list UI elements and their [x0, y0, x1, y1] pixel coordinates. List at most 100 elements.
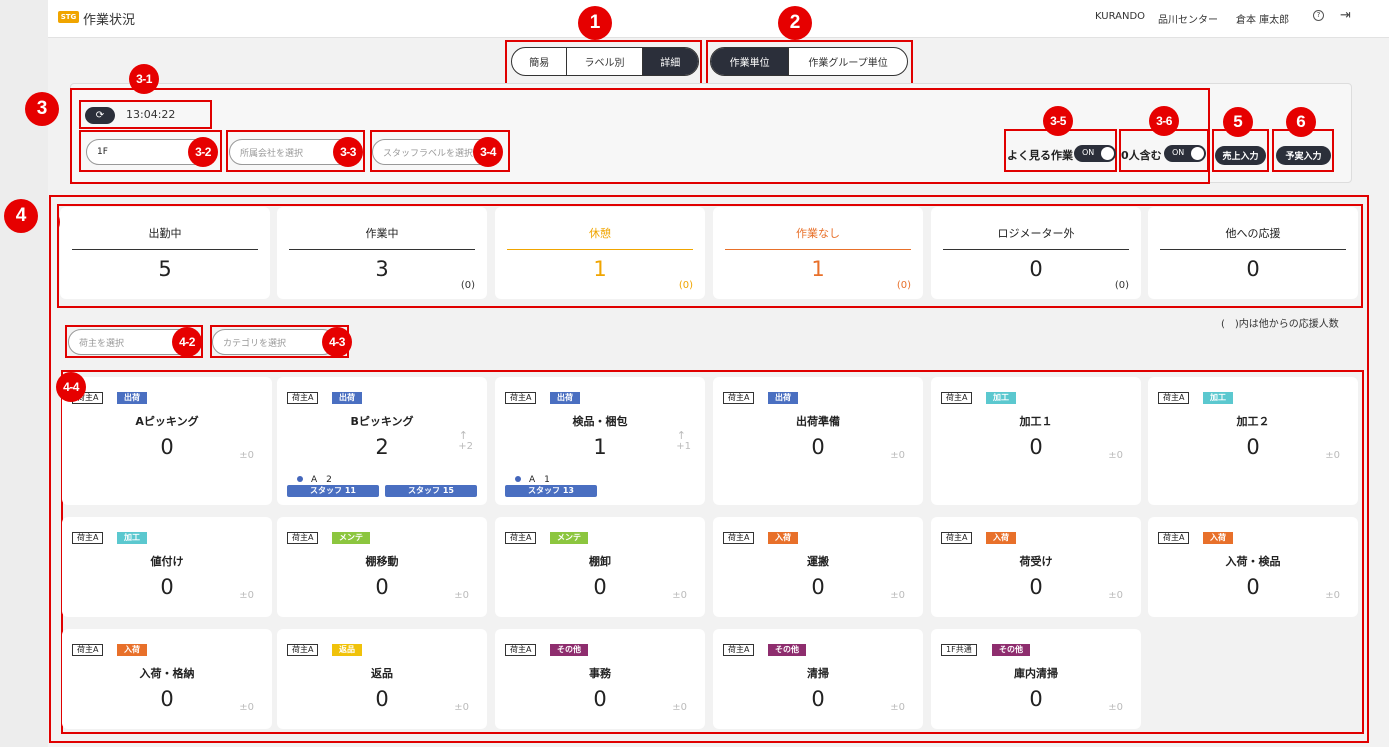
owner-legend: A 1	[515, 472, 550, 485]
view-mode-toggle[interactable]: 簡易 ラベル別 詳細	[511, 47, 699, 76]
work-name: 清掃	[807, 667, 829, 680]
summary-label: 他への応援	[1225, 227, 1281, 240]
staff-chip[interactable]: スタッフ 13	[505, 485, 597, 497]
work-diff: ±0	[1108, 590, 1123, 601]
annotation-badge-2: 2	[778, 6, 812, 40]
favorite-works-label: よく見る作業	[1007, 149, 1073, 162]
work-diff: ±0	[239, 702, 254, 713]
staff-chip[interactable]: スタッフ 15	[385, 485, 477, 497]
work-card[interactable]: 荷主A 入荷 入荷・格納 0 ±0	[62, 629, 272, 729]
category-tag: 入荷	[768, 532, 798, 544]
category-tag: 出荷	[332, 392, 362, 404]
unit-mode-work[interactable]: 作業単位	[711, 48, 789, 75]
user-name[interactable]: 倉本 庫太郎	[1236, 11, 1289, 26]
work-card[interactable]: 荷主A 加工 加工２ 0 ±0	[1148, 377, 1358, 505]
summary-card-working: 作業中 3 (0)	[277, 207, 487, 299]
update-time: 13:04:22	[126, 108, 176, 121]
work-card[interactable]: 荷主A 出荷 検品・梱包 1 ↑ +1 A 1 スタッフ 13	[495, 377, 705, 505]
category-tag: 加工	[1203, 392, 1233, 404]
include-zero-label: 0人含む	[1121, 149, 1162, 162]
sales-input-button[interactable]: 売上入力	[1215, 146, 1266, 165]
summary-value: 0	[1246, 257, 1260, 281]
unit-mode-toggle[interactable]: 作業単位 作業グループ単位	[710, 47, 908, 76]
work-name: 入荷・検品	[1225, 555, 1281, 568]
favorite-works-toggle[interactable]: ON	[1074, 145, 1116, 162]
category-tag: 入荷	[117, 644, 147, 656]
work-diff: ±0	[239, 590, 254, 601]
work-diff: ±0	[890, 450, 905, 461]
work-card[interactable]: 荷主A その他 清掃 0 ±0	[713, 629, 923, 729]
summary-value: 1	[811, 257, 825, 281]
summary-value: 3	[375, 257, 389, 281]
summary-label: ロジメーター外	[997, 227, 1075, 240]
logout-icon[interactable]: ⇥	[1340, 8, 1351, 23]
work-name: 値付け	[150, 555, 184, 568]
work-card[interactable]: 荷主A 出荷 出荷準備 0 ±0	[713, 377, 923, 505]
help-icon[interactable]: ?	[1313, 10, 1324, 21]
plan-actual-input-button[interactable]: 予実入力	[1276, 146, 1331, 165]
view-mode-by-label[interactable]: ラベル別	[566, 48, 641, 75]
work-diff: ±0	[890, 590, 905, 601]
category-tag: その他	[550, 644, 588, 656]
owner-tag: 荷主A	[723, 644, 755, 656]
work-name: Aピッキング	[135, 415, 199, 428]
annotation-badge-4: 4	[4, 199, 38, 233]
summary-value: 5	[158, 257, 172, 281]
summary-card-outside-logimeter: ロジメーター外 0 (0)	[931, 207, 1141, 299]
category-tag: 加工	[117, 532, 147, 544]
view-mode-simple[interactable]: 簡易	[512, 48, 566, 75]
work-diff: ±0	[454, 590, 469, 601]
support-note: ( )内は他からの応援人数	[1221, 319, 1339, 330]
staff-chip[interactable]: スタッフ 11	[287, 485, 379, 497]
work-diff: ±0	[672, 590, 687, 601]
owner-tag: 荷主A	[1158, 532, 1190, 544]
work-card[interactable]: 荷主A 返品 返品 0 ±0	[277, 629, 487, 729]
work-card[interactable]: 荷主A 出荷 Aピッキング 0 ±0	[62, 377, 272, 505]
legend-text: A 1	[529, 475, 550, 485]
work-card[interactable]: 荷主A メンテ 棚移動 0 ±0	[277, 517, 487, 617]
owner-tag: 荷主A	[1158, 392, 1190, 404]
refresh-icon[interactable]: ⟳	[85, 107, 115, 124]
work-diff: ±0	[1108, 702, 1123, 713]
category-select[interactable]: カテゴリを選択	[212, 329, 336, 355]
category-tag: 返品	[332, 644, 362, 656]
work-diff: ±0	[1108, 450, 1123, 461]
owner-tag: 荷主A	[723, 392, 755, 404]
summary-card-break: 休憩 1 (0)	[495, 207, 705, 299]
work-card[interactable]: 荷主A 入荷 荷受け 0 ±0	[931, 517, 1141, 617]
annotation-badge-5: 5	[1223, 107, 1253, 137]
category-tag: その他	[992, 644, 1030, 656]
work-name: 棚移動	[365, 555, 399, 568]
owner-tag: 荷主A	[723, 532, 755, 544]
summary-value: 0	[1029, 257, 1043, 281]
category-tag: 入荷	[1203, 532, 1233, 544]
work-card[interactable]: 荷主A その他 事務 0 ±0	[495, 629, 705, 729]
category-tag: 出荷	[768, 392, 798, 404]
summary-label: 作業なし	[796, 227, 840, 240]
work-name: 荷受け	[1019, 555, 1053, 568]
owner-tag: 荷主A	[941, 392, 973, 404]
work-name: 庫内清掃	[1014, 667, 1058, 680]
toggle-knob	[1101, 147, 1114, 160]
work-card[interactable]: 荷主A 入荷 入荷・検品 0 ±0	[1148, 517, 1358, 617]
work-name: 返品	[371, 667, 393, 680]
summary-sub: (0)	[1114, 280, 1129, 291]
view-mode-detail[interactable]: 詳細	[641, 48, 698, 75]
work-card[interactable]: 荷主A 加工 加工１ 0 ±0	[931, 377, 1141, 505]
work-card[interactable]: 荷主A 出荷 Bピッキング 2 ↑ +2 A 2 スタッフ 11 スタッフ 15	[277, 377, 487, 505]
annotation-badge-3-1: 3-1	[129, 64, 159, 94]
work-card[interactable]: 荷主A 加工 値付け 0 ±0	[62, 517, 272, 617]
unit-mode-group[interactable]: 作業グループ単位	[788, 48, 907, 75]
work-card[interactable]: 荷主A メンテ 棚卸 0 ±0	[495, 517, 705, 617]
owner-legend: A 2	[297, 472, 332, 485]
center-name[interactable]: 品川センター	[1158, 11, 1218, 26]
include-zero-toggle[interactable]: ON	[1164, 145, 1206, 162]
work-diff: ±0	[1325, 450, 1340, 461]
owner-tag: 荷主A	[287, 392, 319, 404]
work-card[interactable]: 荷主A 入荷 運搬 0 ±0	[713, 517, 923, 617]
work-card[interactable]: 1F共通 その他 庫内清掃 0 ±0	[931, 629, 1141, 729]
legend-dot-icon	[297, 476, 303, 482]
summary-sub: (0)	[678, 280, 693, 291]
work-diff: ±0	[890, 702, 905, 713]
category-tag: メンテ	[550, 532, 588, 544]
